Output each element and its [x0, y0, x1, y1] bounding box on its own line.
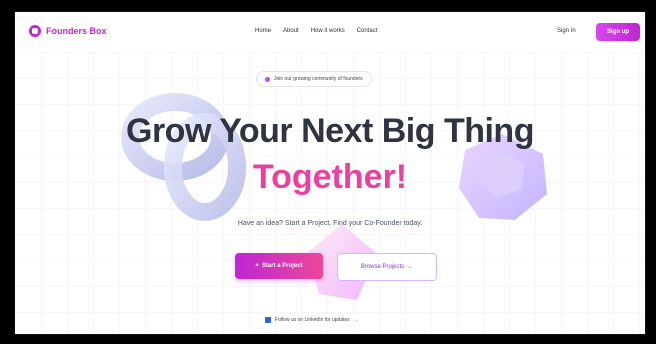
- community-badge[interactable]: Join our growing community of founders: [256, 71, 372, 87]
- nav-link-about[interactable]: About: [283, 28, 299, 34]
- hero-title-line1: Grow Your Next Big Thing: [126, 112, 534, 150]
- torus-knot-shape: [121, 93, 246, 221]
- nav-links: Home About How it works Contact: [255, 28, 377, 34]
- nav-link-home[interactable]: Home: [255, 28, 271, 34]
- start-project-label: Start a Project: [261, 263, 303, 269]
- start-project-button[interactable]: + Start a Project: [235, 253, 323, 279]
- browse-projects-button[interactable]: Browse Projects →: [337, 253, 437, 281]
- brand-logo[interactable]: Founders Box: [29, 25, 107, 37]
- arrow-right-icon: →: [407, 264, 414, 270]
- browse-projects-label: Browse Projects: [360, 264, 405, 270]
- hero-subtitle: Have an idea? Start a Project. Find your…: [237, 220, 423, 227]
- brand-name: Founders Box: [46, 26, 107, 36]
- community-badge-text: Join our growing community of founders: [274, 76, 363, 82]
- nav-link-how-it-works[interactable]: How it works: [311, 28, 345, 34]
- linkedin-follow-link[interactable]: Follow us on LinkedIn for updates →: [265, 317, 359, 323]
- box-logo-icon: [29, 25, 41, 37]
- dot-icon: [265, 76, 270, 82]
- sign-up-button[interactable]: Sign up: [596, 23, 640, 41]
- arrow-right-icon: →: [353, 317, 359, 323]
- linkedin-icon: [265, 317, 271, 323]
- nav-link-contact[interactable]: Contact: [357, 28, 378, 34]
- hero-title-line2: Together!: [252, 158, 408, 196]
- top-navbar: Founders Box Home About How it works Con…: [15, 12, 645, 52]
- linkedin-follow-text: Follow us on LinkedIn for updates: [275, 317, 350, 323]
- plus-icon: +: [255, 263, 259, 269]
- sign-in-link[interactable]: Sign In: [557, 28, 576, 34]
- browser-viewport: Founders Box Home About How it works Con…: [14, 11, 646, 335]
